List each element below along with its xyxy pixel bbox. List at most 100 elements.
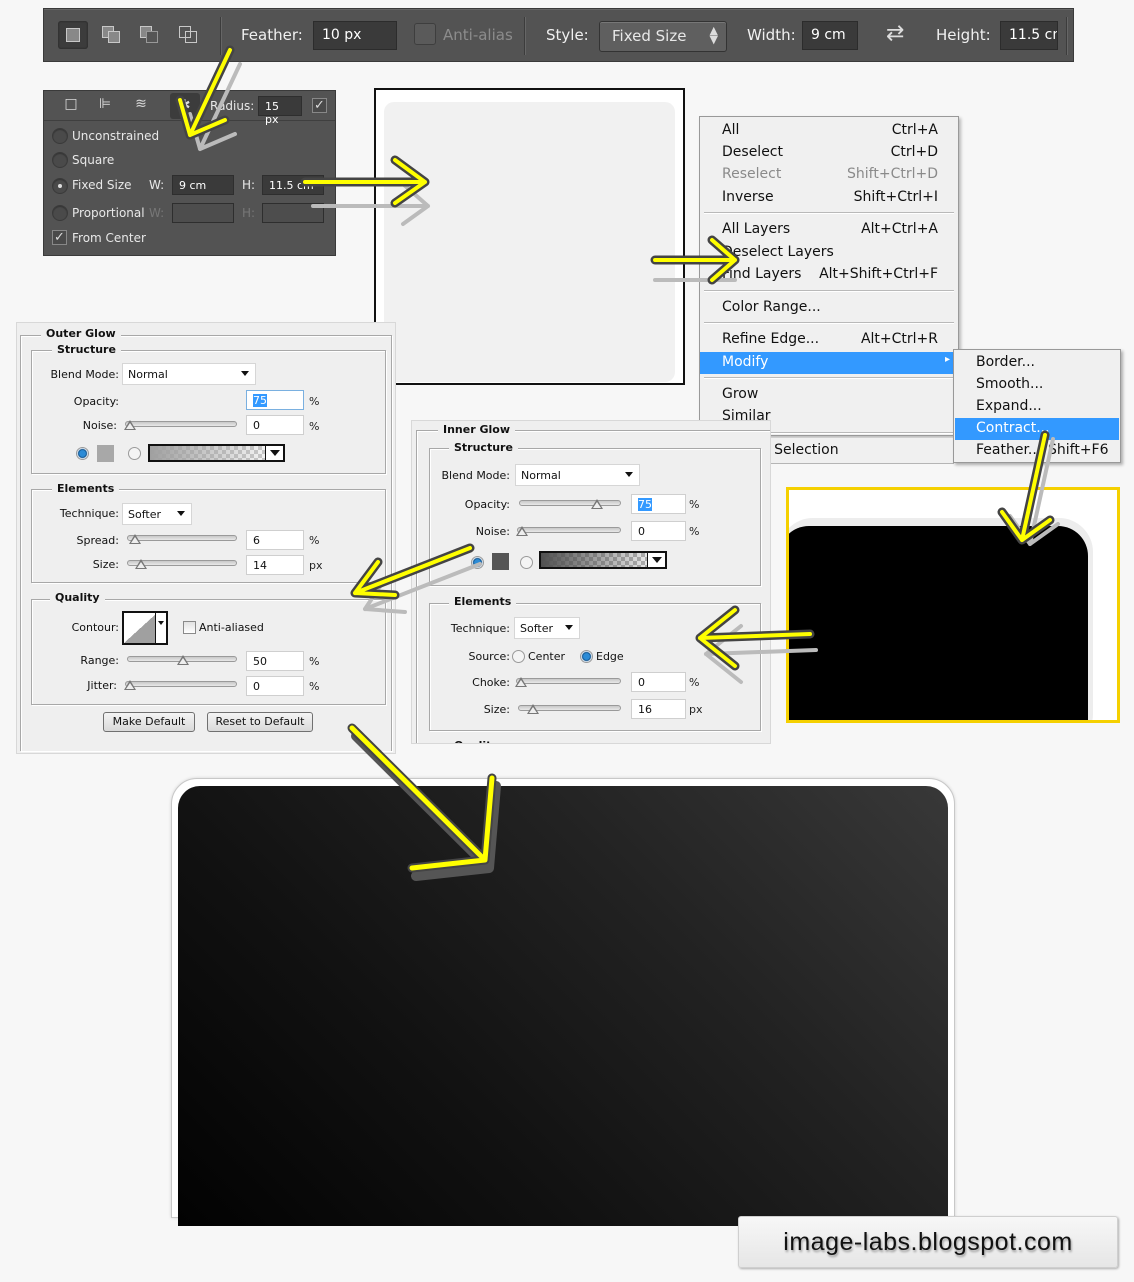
size-slider[interactable] <box>127 559 237 569</box>
slider-thumb[interactable] <box>527 704 539 714</box>
solid-color-radio[interactable] <box>76 447 89 460</box>
blend-mode-select[interactable]: Normal <box>122 363 256 385</box>
path-operations-icon[interactable]: □ <box>60 96 82 116</box>
subtract-from-selection-icon[interactable] <box>135 21 165 49</box>
opacity-input[interactable]: 75 <box>246 390 304 410</box>
spread-slider[interactable] <box>127 534 237 544</box>
feather-input[interactable]: 10 px <box>313 21 397 50</box>
menu-item-grow[interactable]: Grow <box>700 384 958 406</box>
submenu-arrow-icon: ▸ <box>944 354 950 365</box>
width-input[interactable]: 9 cm <box>802 21 858 50</box>
proportional-width-input[interactable] <box>172 203 234 223</box>
slider-thumb[interactable] <box>177 655 189 665</box>
size-input[interactable]: 16 <box>631 699 686 719</box>
square-radio[interactable] <box>52 152 68 168</box>
menu-item-refine-edge[interactable]: Refine Edge... Alt+Ctrl+R <box>700 329 958 351</box>
choke-slider[interactable] <box>515 677 621 687</box>
proportional-height-input[interactable] <box>262 203 324 223</box>
fixed-size-radio[interactable] <box>52 178 68 194</box>
size-input[interactable]: 14 <box>246 555 304 575</box>
submenu-item-smooth[interactable]: Smooth... <box>955 374 1119 396</box>
opacity-input[interactable]: 75 <box>631 494 686 514</box>
fixed-height-input[interactable]: 11.5 cm <box>262 175 324 195</box>
antialias-checkbox[interactable] <box>414 23 436 45</box>
from-center-checkbox[interactable]: ✓ <box>52 230 67 245</box>
slider-thumb[interactable] <box>516 526 528 536</box>
source-edge-radio[interactable] <box>580 650 593 663</box>
unconstrained-radio[interactable] <box>52 128 68 144</box>
anti-aliased-checkbox[interactable] <box>183 621 196 634</box>
noise-input[interactable]: 0 <box>246 415 304 435</box>
slider-thumb[interactable] <box>124 680 136 690</box>
menu-item-find-layers[interactable]: Find Layers Alt+Shift+Ctrl+F <box>700 264 958 286</box>
make-default-button[interactable]: Make Default <box>103 712 195 732</box>
solid-color-radio[interactable] <box>471 556 484 569</box>
gradient-picker[interactable] <box>148 444 285 462</box>
reset-to-default-button[interactable]: Reset to Default <box>207 712 313 732</box>
slider-thumb[interactable] <box>515 677 527 687</box>
menu-item-all[interactable]: All Ctrl+A <box>700 120 958 142</box>
align-edges-checkbox[interactable]: ✓ <box>312 98 327 113</box>
anti-aliased-label: Anti-aliased <box>199 621 264 634</box>
slider-thumb[interactable] <box>135 559 147 569</box>
technique-select[interactable]: Softer <box>122 503 192 525</box>
radius-input[interactable]: 15 px <box>258 96 302 126</box>
menu-item-color-range[interactable]: Color Range... <box>700 297 958 319</box>
submenu-item-contract[interactable]: Contract... <box>955 418 1119 440</box>
noise-input[interactable]: 0 <box>631 521 686 541</box>
menu-item-inverse[interactable]: Inverse Shift+Ctrl+I <box>700 187 958 209</box>
menu-item-similar[interactable]: Similar <box>700 406 958 420</box>
blend-mode-label: Blend Mode: <box>50 368 120 381</box>
menu-item-label: Color Range... <box>722 299 821 315</box>
submenu-item-feather[interactable]: Feather... Shift+F6 <box>955 440 1119 462</box>
slider-thumb[interactable] <box>591 499 603 509</box>
noise-slider[interactable] <box>516 526 621 536</box>
technique-select[interactable]: Softer <box>514 617 580 639</box>
slider-thumb[interactable] <box>124 420 136 430</box>
path-arrangement-icon[interactable]: ≋ <box>130 96 152 116</box>
spread-input[interactable]: 6 <box>246 530 304 550</box>
submenu-item-border[interactable]: Border... <box>955 352 1119 374</box>
slider-thumb[interactable] <box>129 534 141 544</box>
menu-item-all-layers[interactable]: All Layers Alt+Ctrl+A <box>700 219 958 241</box>
glow-color-swatch[interactable] <box>97 445 114 462</box>
opacity-slider[interactable] <box>519 499 621 509</box>
contour-picker[interactable] <box>122 611 168 645</box>
choke-input[interactable]: 0 <box>631 672 686 692</box>
menu-item-shortcut: Ctrl+A <box>891 122 938 138</box>
intersect-selection-icon[interactable] <box>174 21 204 49</box>
gradient-radio[interactable] <box>128 447 141 460</box>
add-to-selection-icon[interactable] <box>97 21 127 49</box>
menu-item-deselect-layers[interactable]: Deselect Layers <box>700 242 958 264</box>
source-label: Source: <box>468 650 511 663</box>
chevron-down-icon <box>241 371 249 376</box>
gradient-picker[interactable] <box>539 551 667 569</box>
opacity-label: Opacity: <box>73 395 119 408</box>
source-center-radio[interactable] <box>512 650 525 663</box>
range-input[interactable]: 50 <box>246 651 304 671</box>
submenu-item-expand[interactable]: Expand... <box>955 396 1119 418</box>
swap-width-height-icon[interactable]: ⇄ <box>886 21 904 46</box>
style-select[interactable]: Fixed Size ▲ ▼ <box>599 21 727 52</box>
menu-item-modify[interactable]: Modify ▸ <box>700 352 958 374</box>
glow-color-swatch[interactable] <box>492 553 509 570</box>
proportional-radio[interactable] <box>52 205 68 221</box>
elements-title: Elements <box>449 595 517 608</box>
new-selection-icon[interactable] <box>58 21 88 49</box>
blend-mode-select[interactable]: Normal <box>515 464 640 486</box>
size-slider[interactable] <box>518 704 621 714</box>
height-input[interactable]: 11.5 cm <box>1000 21 1058 50</box>
menu-item-reselect[interactable]: Reselect Shift+Ctrl+D <box>700 164 958 186</box>
gradient-radio[interactable] <box>520 556 533 569</box>
jitter-slider[interactable] <box>124 680 237 690</box>
noise-slider[interactable] <box>124 420 237 430</box>
menu-item-deselect[interactable]: Deselect Ctrl+D <box>700 142 958 164</box>
jitter-label: Jitter: <box>87 679 117 692</box>
geometry-options-button[interactable]: ✱ <box>170 93 200 119</box>
technique-value: Softer <box>520 622 553 635</box>
jitter-input[interactable]: 0 <box>246 676 304 696</box>
fixed-width-input[interactable]: 9 cm <box>172 175 234 195</box>
path-alignment-icon[interactable]: ⊫ <box>94 96 116 116</box>
range-slider[interactable] <box>127 655 237 665</box>
menu-item-shortcut: Alt+Ctrl+A <box>861 221 938 237</box>
